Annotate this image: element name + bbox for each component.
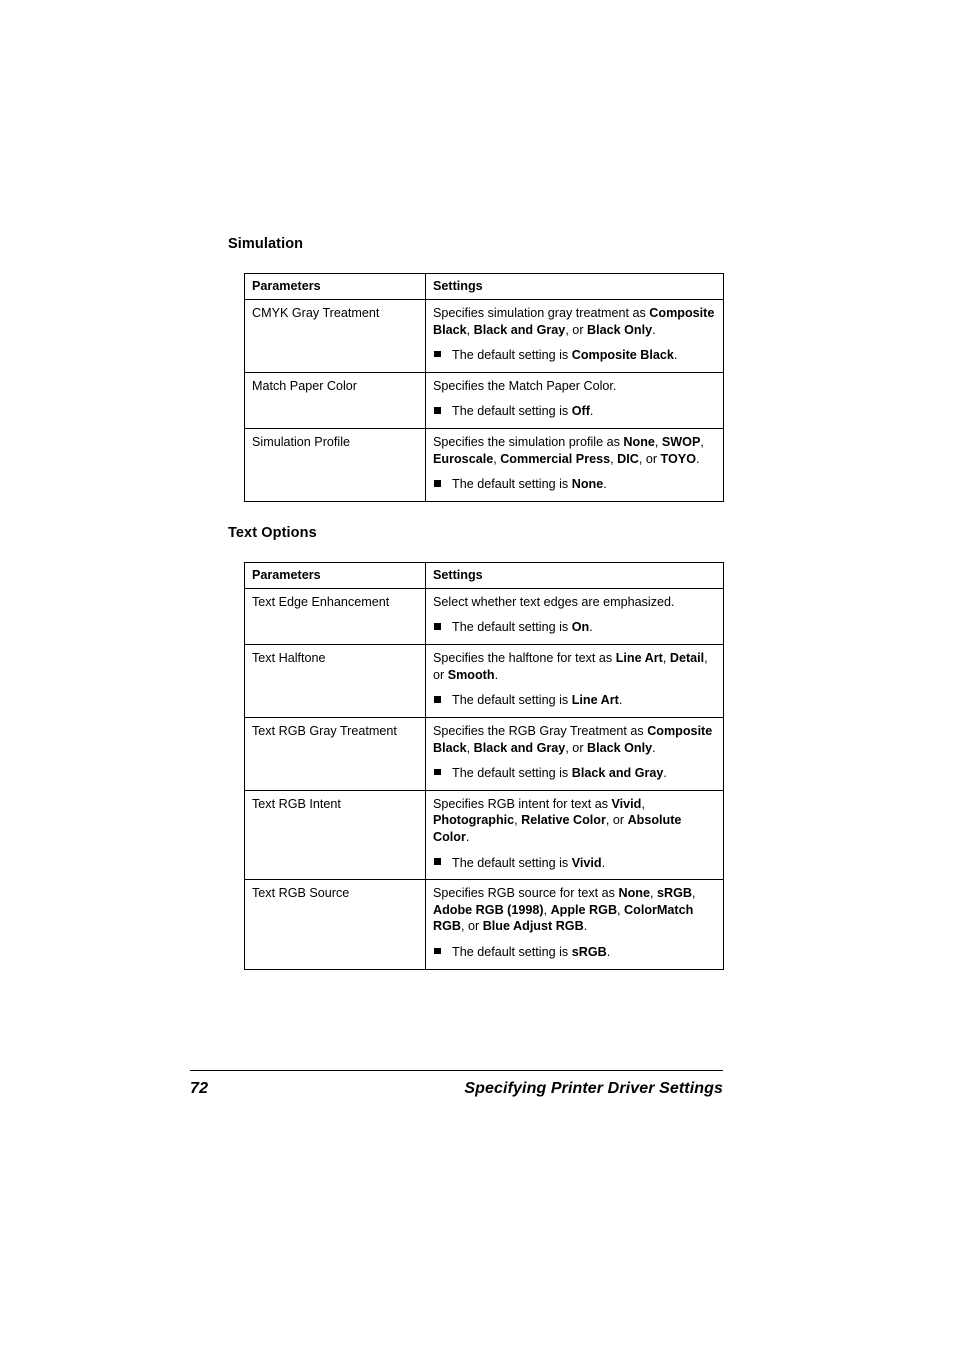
table-row: Text RGB Intent Specifies RGB intent for… xyxy=(244,789,724,881)
setting-description: Specifies simulation gray treatment as C… xyxy=(425,299,724,373)
page-content: Simulation Parameters Settings CMYK Gray… xyxy=(228,236,728,970)
column-header-settings: Settings xyxy=(425,562,724,589)
default-setting-note: The default setting is Off. xyxy=(433,403,716,420)
parameter-name: Text RGB Source xyxy=(244,879,426,970)
text-options-table-body: Text Edge Enhancement Select whether tex… xyxy=(244,587,724,970)
table-row: Simulation Profile Specifies the simulat… xyxy=(244,428,724,502)
filled-square-bullet-icon xyxy=(434,947,441,955)
table-header-row: Parameters Settings xyxy=(244,273,724,300)
filled-square-bullet-icon xyxy=(434,480,441,487)
default-setting-note: The default setting is None. xyxy=(433,476,716,493)
table-row: Text Edge Enhancement Select whether tex… xyxy=(244,587,724,646)
description-text: Specifies RGB source for text as None, s… xyxy=(433,886,696,934)
parameter-name: Text Halftone xyxy=(244,644,426,718)
footer-divider xyxy=(190,1070,723,1071)
default-setting-text: The default setting is Off. xyxy=(452,404,594,419)
default-setting-note: The default setting is Composite Black. xyxy=(433,347,716,364)
setting-description: Select whether text edges are emphasized… xyxy=(425,587,724,646)
text-options-settings-table: Parameters Settings Text Edge Enhancemen… xyxy=(244,562,724,970)
default-setting-text: The default setting is Vivid. xyxy=(452,855,606,870)
default-setting-text: The default setting is None. xyxy=(452,477,607,492)
parameter-name: Text RGB Gray Treatment xyxy=(244,716,426,791)
default-setting-note: The default setting is On. xyxy=(433,619,716,636)
filled-square-bullet-icon xyxy=(434,858,441,865)
parameter-name: Text Edge Enhancement xyxy=(244,587,426,646)
parameter-name: Match Paper Color xyxy=(244,371,426,430)
parameter-name: CMYK Gray Treatment xyxy=(244,299,426,373)
description-text: Specifies the simulation profile as None… xyxy=(433,435,704,466)
table-row: Text RGB Source Specifies RGB source for… xyxy=(244,879,724,970)
filled-square-bullet-icon xyxy=(434,768,441,776)
running-header-title: Specifying Printer Driver Settings xyxy=(464,1080,723,1097)
setting-description: Specifies the simulation profile as None… xyxy=(425,428,724,502)
simulation-settings-table: Parameters Settings CMYK Gray Treatment … xyxy=(244,273,724,502)
table-header-row: Parameters Settings xyxy=(244,562,724,589)
description-text: Specifies RGB intent for text as Vivid, … xyxy=(433,796,682,844)
page-number: 72 xyxy=(190,1080,209,1097)
default-setting-note: The default setting is Line Art. xyxy=(433,692,716,709)
simulation-table-body: CMYK Gray Treatment Specifies simulation… xyxy=(244,299,724,502)
default-setting-note: The default setting is Black and Gray. xyxy=(433,765,716,782)
default-setting-note: The default setting is Vivid. xyxy=(433,855,716,872)
table-row: Text RGB Gray Treatment Specifies the RG… xyxy=(244,716,724,791)
description-text: Specifies simulation gray treatment as C… xyxy=(433,306,715,337)
column-header-parameters: Parameters xyxy=(244,273,426,300)
description-text: Specifies the halftone for text as Line … xyxy=(433,651,708,682)
filled-square-bullet-icon xyxy=(434,350,441,358)
setting-description: Specifies the halftone for text as Line … xyxy=(425,644,724,718)
default-setting-text: The default setting is On. xyxy=(452,620,593,635)
parameter-name: Text RGB Intent xyxy=(244,789,426,881)
table-row: CMYK Gray Treatment Specifies simulation… xyxy=(244,299,724,373)
parameter-name: Simulation Profile xyxy=(244,428,426,502)
table-row: Match Paper Color Specifies the Match Pa… xyxy=(244,371,724,430)
footer-row: 72 Specifying Printer Driver Settings xyxy=(190,1080,723,1098)
default-setting-text: The default setting is Black and Gray. xyxy=(452,766,667,781)
column-header-parameters: Parameters xyxy=(244,562,426,589)
default-setting-text: The default setting is Line Art. xyxy=(452,693,623,708)
setting-description: Specifies RGB source for text as None, s… xyxy=(425,879,724,970)
filled-square-bullet-icon xyxy=(434,696,441,703)
filled-square-bullet-icon xyxy=(434,407,441,414)
section-heading-simulation: Simulation xyxy=(228,236,304,252)
description-text: Select whether text edges are emphasized… xyxy=(433,594,675,609)
page-footer: 72 Specifying Printer Driver Settings xyxy=(190,1070,723,1098)
manual-page: Simulation Parameters Settings CMYK Gray… xyxy=(0,0,954,1350)
setting-description: Specifies RGB intent for text as Vivid, … xyxy=(425,789,724,881)
default-setting-note: The default setting is sRGB. xyxy=(433,944,716,961)
description-text: Specifies the Match Paper Color. xyxy=(433,378,617,393)
description-text: Specifies the RGB Gray Treatment as Comp… xyxy=(433,723,713,755)
section-heading-text-options: Text Options xyxy=(228,524,317,541)
default-setting-text: The default setting is sRGB. xyxy=(452,945,611,960)
default-setting-text: The default setting is Composite Black. xyxy=(452,348,678,363)
setting-description: Specifies the Match Paper Color. The def… xyxy=(425,371,724,430)
column-header-settings: Settings xyxy=(425,273,724,300)
setting-description: Specifies the RGB Gray Treatment as Comp… xyxy=(425,716,724,791)
table-row: Text Halftone Specifies the halftone for… xyxy=(244,644,724,718)
filled-square-bullet-icon xyxy=(434,623,441,630)
